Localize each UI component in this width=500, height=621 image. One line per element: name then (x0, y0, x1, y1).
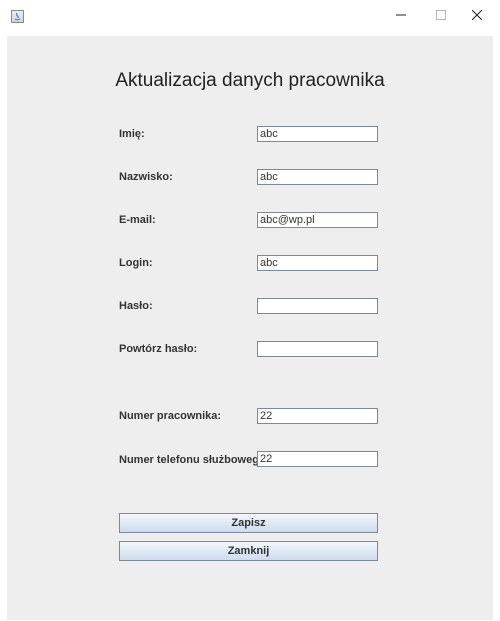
java-app-icon (11, 10, 24, 23)
email-field[interactable] (257, 212, 378, 228)
login-label: Login: (119, 257, 153, 269)
work-phone-field[interactable] (257, 451, 378, 467)
close-form-button[interactable]: Zamknij (119, 541, 378, 561)
application-window: Aktualizacja danych pracownika Imię: Naz… (0, 0, 500, 621)
password-label: Hasło: (119, 300, 153, 312)
first-name-label: Imię: (119, 128, 145, 140)
close-button[interactable] (454, 0, 500, 30)
first-name-field[interactable] (257, 126, 378, 142)
email-label: E-mail: (119, 214, 156, 226)
form-panel: Aktualizacja danych pracownika Imię: Naz… (7, 36, 493, 620)
login-field[interactable] (257, 255, 378, 271)
last-name-field[interactable] (257, 169, 378, 185)
close-icon (472, 10, 482, 20)
repeat-password-field[interactable] (257, 341, 378, 357)
password-field[interactable] (257, 298, 378, 314)
repeat-password-label: Powtórz hasło: (119, 343, 198, 355)
employee-number-field[interactable] (257, 408, 378, 424)
work-phone-label: Numer telefonu służbowego: (119, 454, 270, 466)
title-bar[interactable] (0, 0, 500, 30)
last-name-label: Nazwisko: (119, 171, 173, 183)
employee-number-label: Numer pracownika: (119, 410, 222, 422)
save-button[interactable]: Zapisz (119, 513, 378, 533)
form-heading: Aktualizacja danych pracownika (115, 70, 385, 91)
minimize-icon (396, 14, 406, 16)
maximize-icon (436, 10, 446, 20)
